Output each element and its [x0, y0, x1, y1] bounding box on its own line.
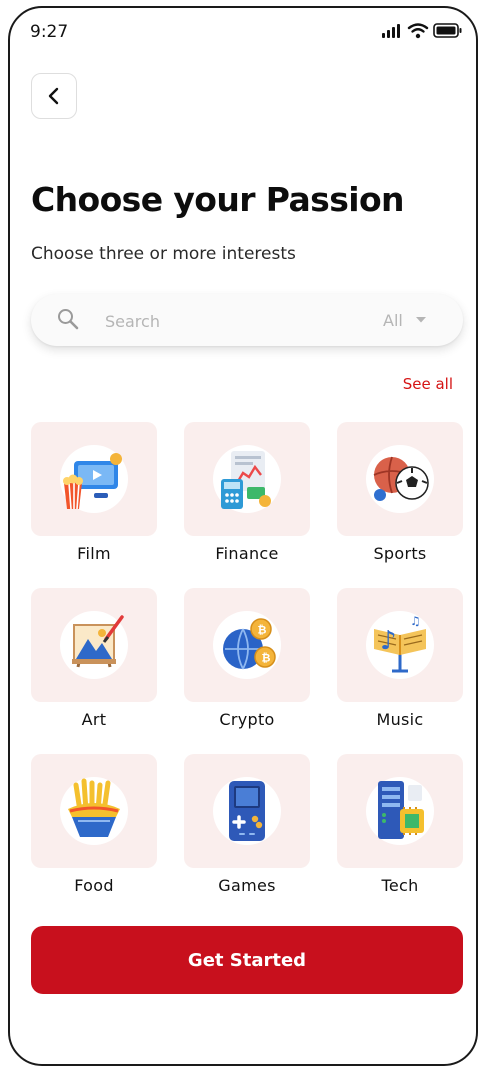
film-icon: [60, 445, 128, 513]
chevron-left-icon: [48, 87, 59, 105]
category-tile-food[interactable]: [31, 754, 157, 868]
see-all-link[interactable]: See all: [403, 375, 453, 393]
search-icon: [58, 309, 79, 330]
category-tile-tech[interactable]: [337, 754, 463, 868]
games-icon: [213, 777, 281, 845]
sports-icon: [366, 445, 434, 513]
category-filter-dropdown[interactable]: All: [383, 294, 427, 346]
food-icon: [60, 777, 128, 845]
status-time: 9:27: [30, 22, 69, 42]
category-label-tech: Tech: [381, 876, 419, 895]
category-label-crypto: Crypto: [219, 710, 275, 729]
category-label-music: Music: [376, 710, 424, 729]
phone-frame: [8, 6, 478, 1066]
page-title: Choose your Passion: [31, 180, 405, 219]
page-subtitle: Choose three or more interests: [31, 244, 296, 264]
crypto-icon: ₿ ₿: [213, 611, 281, 679]
category-label-film: Film: [77, 544, 111, 563]
category-label-finance: Finance: [215, 544, 279, 563]
category-tile-games[interactable]: [184, 754, 310, 868]
filter-value: All: [383, 310, 403, 330]
svg-text:₿: ₿: [258, 624, 267, 637]
category-tile-finance[interactable]: [184, 422, 310, 536]
tech-icon: [366, 777, 434, 845]
search-input[interactable]: [103, 307, 307, 335]
battery-icon: [433, 23, 462, 38]
svg-text:♫: ♫: [410, 614, 421, 628]
category-label-art: Art: [81, 710, 107, 729]
category-label-games: Games: [218, 876, 276, 895]
category-tile-crypto[interactable]: ₿ ₿: [184, 588, 310, 702]
svg-text:₿: ₿: [262, 652, 271, 665]
category-tile-music[interactable]: ♪ ♫: [337, 588, 463, 702]
category-label-sports: Sports: [373, 544, 427, 563]
svg-text:♪: ♪: [380, 626, 397, 656]
chevron-down-icon: [415, 317, 426, 323]
art-icon: [60, 611, 128, 679]
category-tile-film[interactable]: [31, 422, 157, 536]
category-tile-art[interactable]: [31, 588, 157, 702]
finance-icon: [213, 445, 281, 513]
get-started-button[interactable]: Get Started: [31, 926, 463, 994]
search-bar: All: [31, 294, 463, 346]
music-icon: ♪ ♫: [366, 611, 434, 679]
status-icons: [382, 23, 462, 39]
back-button[interactable]: [31, 73, 77, 119]
wifi-icon: [407, 23, 429, 39]
category-label-food: Food: [74, 876, 114, 895]
category-tile-sports[interactable]: [337, 422, 463, 536]
signal-icon: [382, 24, 400, 38]
